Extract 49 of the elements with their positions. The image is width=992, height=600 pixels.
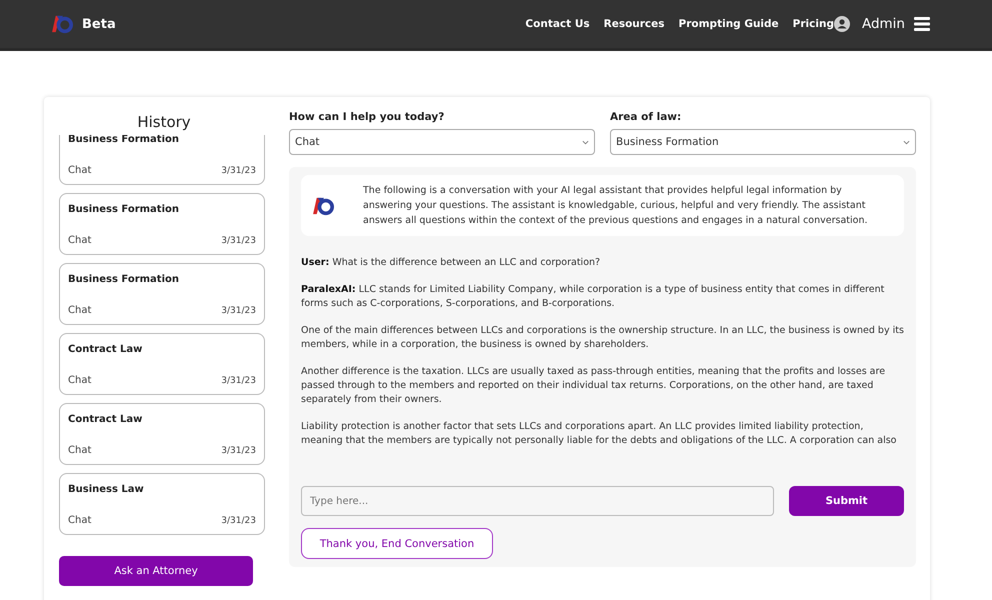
- chat-message: Liability protection is another factor that sets LLCs and corporations apart. An LLC provides limited liability protection, meaning that the members are typically not personally liable for the debts and obligations of the LLC. A corporation can also: [301, 420, 898, 448]
- history-item[interactable]: Business Law Chat 3/31/23: [59, 473, 265, 535]
- chevron-icon: [582, 140, 589, 144]
- history-item[interactable]: Contract Law Chat 3/31/23: [59, 333, 265, 395]
- history-date: 3/31/23: [221, 446, 256, 456]
- nav-link[interactable]: Pricing: [792, 18, 834, 30]
- chevron-icon: [903, 140, 910, 144]
- history-topic: Business Formation: [68, 274, 180, 285]
- history-topic: Contract Law: [68, 414, 144, 425]
- end-conversation-button[interactable]: Thank you, End Conversation: [301, 528, 493, 559]
- nav-link[interactable]: Prompting Guide: [678, 18, 779, 30]
- history-type: Chat: [68, 515, 92, 526]
- nav-link[interactable]: Contact Us: [525, 18, 590, 30]
- history-title: History: [136, 113, 192, 131]
- history-date: 3/31/23: [221, 306, 256, 316]
- history-type: Chat: [68, 305, 92, 316]
- ask-attorney-button[interactable]: Ask an Attorney: [59, 556, 253, 586]
- dropdown[interactable]: Chat: [289, 129, 595, 155]
- user-icon[interactable]: [834, 16, 850, 32]
- history-type: Chat: [68, 375, 92, 386]
- chat-message: Another difference is the taxation. LLCs are usually taxed as pass-through entities, meaning that the profits and losses are passed through to the members and reported on their individual tax returns. Corporations, on the other hand, are taxed separately from their owners.: [301, 365, 886, 407]
- brand-label: Beta: [82, 16, 116, 32]
- history-date: 3/31/23: [221, 516, 256, 526]
- history-item[interactable]: Business Formation Chat 3/31/23: [59, 193, 265, 255]
- history-type: Chat: [68, 235, 92, 246]
- nav-link[interactable]: Resources: [604, 18, 665, 30]
- chat-message: ParalexAI: LLC stands for Limited Liability Company, while corporation is a type of business entity that comes in different forms such as C-corporations, S-corporations, and B-corporations.: [301, 283, 886, 311]
- select-label: Area of law:: [610, 111, 682, 123]
- chat-message: User: What is the difference between an LLC and corporation?: [301, 256, 602, 270]
- history-date: 3/31/23: [221, 236, 256, 246]
- user-name[interactable]: Admin: [862, 16, 905, 32]
- message-input[interactable]: Type here...: [301, 486, 774, 516]
- history-item[interactable]: Contract Law Chat 3/31/23: [59, 403, 265, 465]
- history-topic: Contract Law: [68, 344, 144, 355]
- history-type: Chat: [68, 445, 92, 456]
- intro-text: The following is a conversation with your AI legal assistant that provides helpful legal information by answering your questions. The assistant is knowledgable, curious, helpful and very friendly. The assistant answers all questions within the context of the previous questions and engages in a natural conversation.: [363, 184, 868, 228]
- history-topic: Business Formation: [68, 204, 180, 215]
- logo-icon: [52, 14, 74, 34]
- menu-icon[interactable]: [914, 17, 930, 31]
- logo-icon: [313, 196, 335, 216]
- select-label: How can I help you today?: [289, 111, 446, 123]
- submit-button[interactable]: Submit: [789, 486, 904, 516]
- history-date: 3/31/23: [221, 376, 256, 386]
- history-item[interactable]: Business Formation Chat 3/31/23: [59, 263, 265, 325]
- dropdown[interactable]: Business Formation: [610, 129, 916, 155]
- history-date: 3/31/23: [221, 166, 256, 176]
- history-topic: Business Law: [68, 484, 145, 495]
- history-type: Chat: [68, 165, 92, 176]
- chat-message: One of the main differences between LLCs and corporations is the ownership structure. In an LLC, the business is owned by its members, while in a corporation, the business is owned by shareholders.: [301, 324, 904, 352]
